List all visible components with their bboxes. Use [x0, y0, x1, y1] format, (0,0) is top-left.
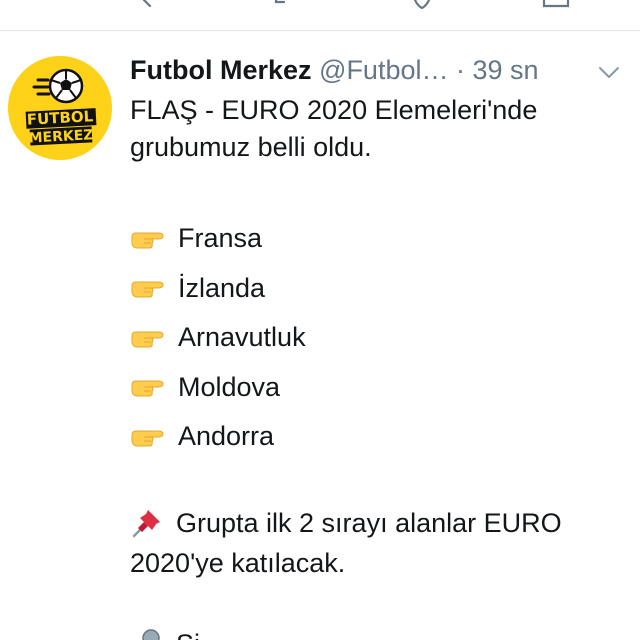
tweet-text-line: 2020'ye katılacak.: [130, 548, 346, 578]
tweet-text-line-cut: Si: [130, 624, 635, 640]
tweet-timestamp[interactable]: 39 sn: [473, 55, 539, 85]
chevron-down-icon[interactable]: [598, 66, 620, 80]
reply-icon[interactable]: [138, 0, 166, 10]
avatar-label-futbol: FUTBOL: [26, 107, 94, 128]
backhand-index-pointing-right-icon: [130, 276, 166, 300]
previous-tweet-action-bar: [0, 0, 640, 10]
tweet-text-line: grubumuz belli oldu.: [130, 132, 372, 162]
like-icon[interactable]: [408, 0, 436, 10]
microphone-icon: [130, 627, 164, 640]
backhand-index-pointing-right-icon: [130, 375, 166, 399]
retweet-icon[interactable]: [272, 0, 300, 10]
tweet-divider: [0, 30, 640, 31]
backhand-index-pointing-right-icon: [130, 326, 166, 350]
list-item: Andorra: [130, 412, 630, 462]
team-name: Andorra: [178, 421, 275, 452]
tweet-header: Futbol Merkez @Futbol… · 39 sn: [130, 52, 630, 88]
group-teams-list: Fransa İzlanda Arnavutluk Moldova Andorr…: [130, 214, 630, 462]
pushpin-icon: [130, 506, 164, 540]
team-name: Moldova: [178, 371, 281, 402]
list-item: Fransa: [130, 214, 630, 264]
tweet-text-line: Grupta ilk 2 sırayı alanlar EURO: [130, 503, 635, 543]
note-text: Grupta ilk 2 sırayı alanlar EURO: [176, 508, 562, 538]
team-name: İzlanda: [178, 272, 266, 303]
backhand-index-pointing-right-icon: [130, 425, 166, 449]
author-name[interactable]: Futbol Merkez: [130, 55, 312, 85]
share-icon[interactable]: [542, 0, 570, 10]
avatar-label-merkez: MERKEZ: [28, 127, 94, 146]
team-name: Arnavutluk: [178, 322, 306, 353]
author-handle[interactable]: @Futbol…: [319, 55, 448, 85]
list-item: Moldova: [130, 363, 630, 413]
futbol-merkez-logo: FUTBOL MERKEZ: [8, 56, 112, 160]
header-separator: ·: [456, 55, 465, 85]
tweet-text-line: FLAŞ - EURO 2020 Elemeleri'nde: [130, 95, 538, 125]
avatar[interactable]: FUTBOL MERKEZ: [8, 56, 112, 160]
tweet-text: FLAŞ - EURO 2020 Elemeleri'nde grubumuz …: [130, 92, 630, 166]
tweet-note: Grupta ilk 2 sırayı alanlar EURO 2020'ye…: [130, 503, 635, 583]
list-item: Arnavutluk: [130, 313, 630, 363]
team-name: Fransa: [178, 223, 263, 254]
tweet-page: FUTBOL MERKEZ Futbol Merkez @Futbol… · 3…: [0, 0, 640, 640]
list-item: İzlanda: [130, 264, 630, 314]
cut-line-text: Si: [176, 624, 200, 640]
backhand-index-pointing-right-icon: [130, 227, 166, 251]
